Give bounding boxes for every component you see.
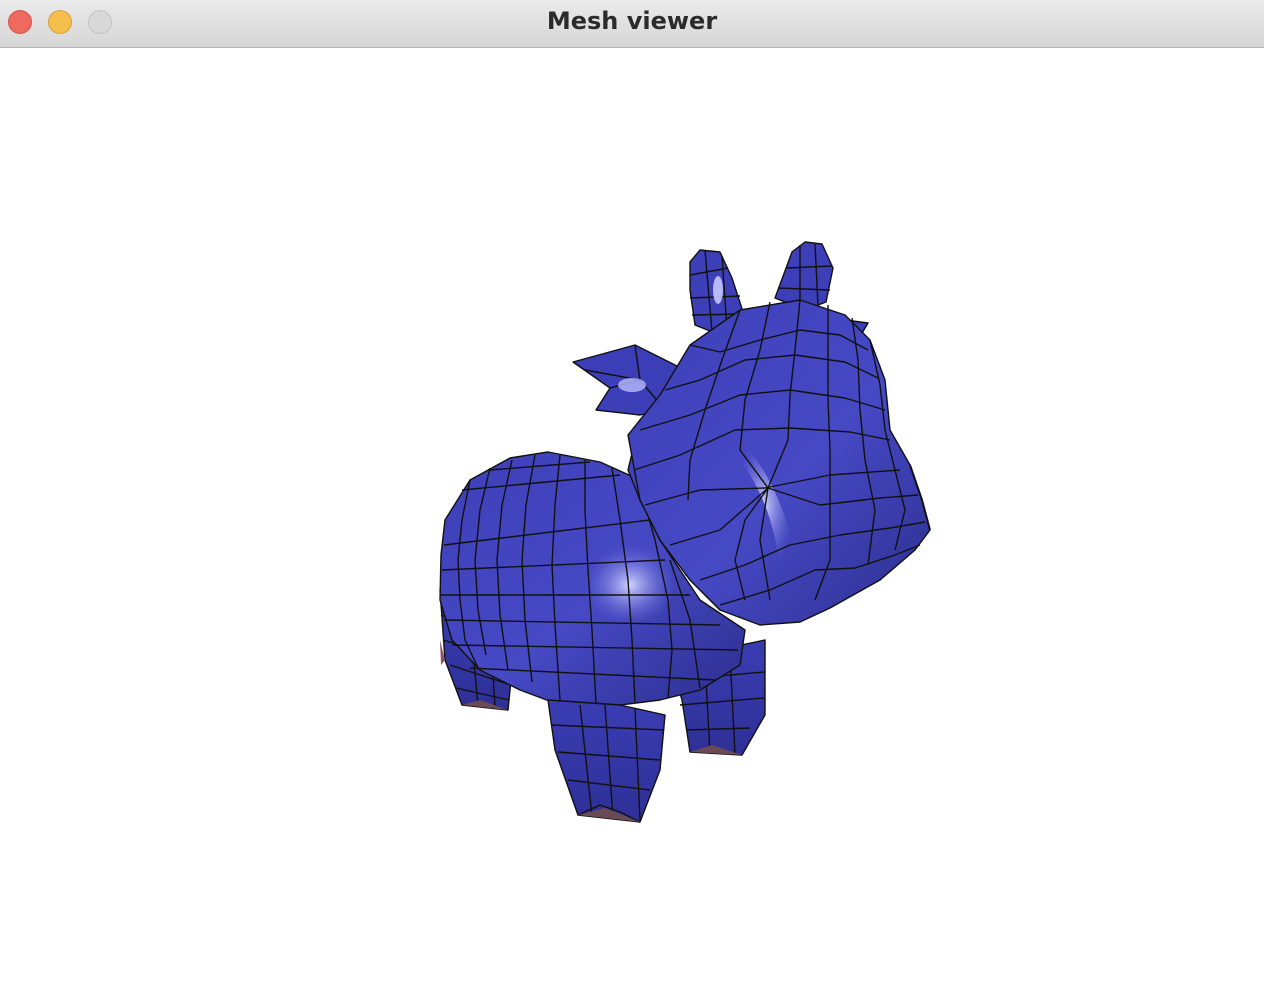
render-viewport[interactable] [0, 49, 1264, 1008]
front-left-leg [547, 699, 666, 823]
title-bar[interactable]: Mesh viewer [0, 0, 1264, 48]
cow-mesh-model [439, 241, 931, 823]
window-title: Mesh viewer [546, 7, 718, 35]
right-horn [774, 241, 834, 311]
mesh-viewer-window: Mesh viewer [0, 0, 1264, 1008]
